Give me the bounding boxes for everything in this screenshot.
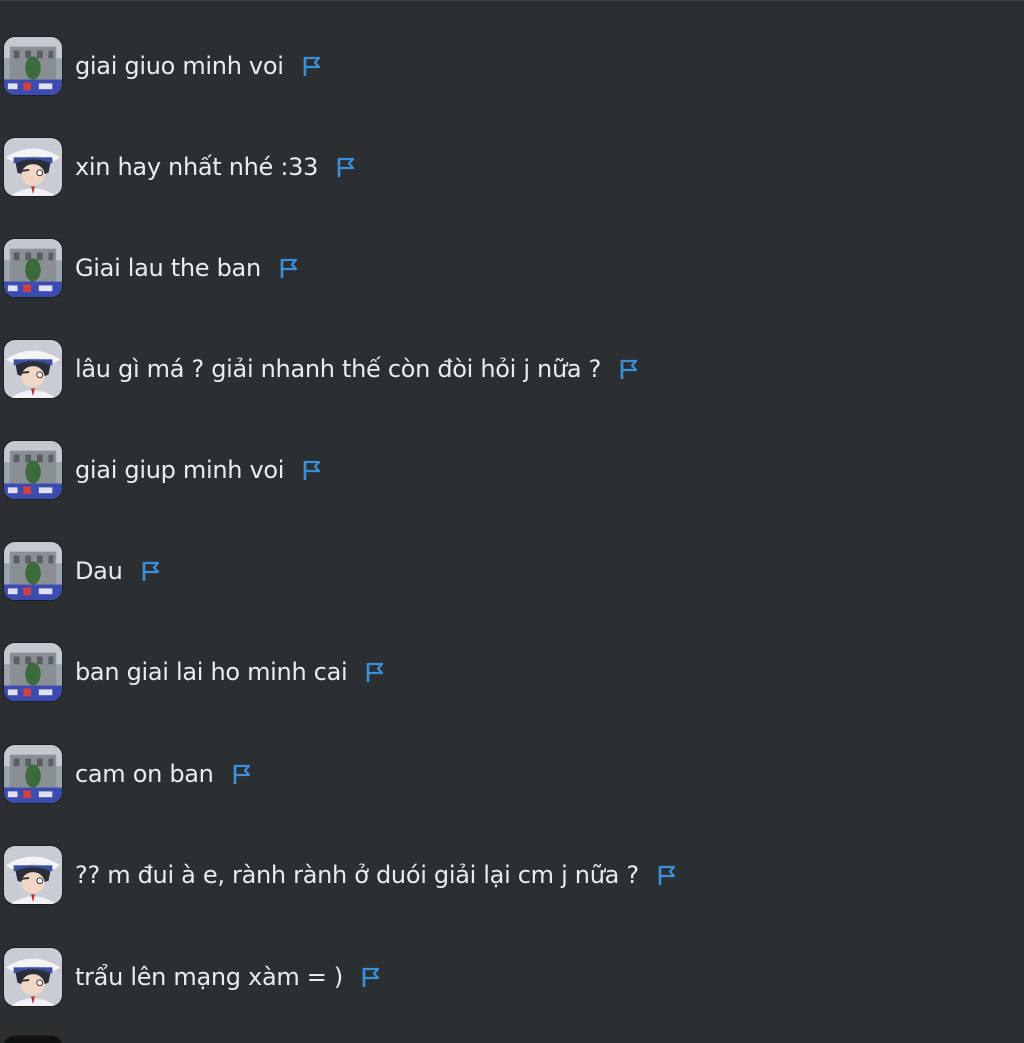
flag-icon[interactable]: [657, 864, 677, 886]
message-text: giai giup minh voi: [75, 456, 285, 484]
character-avatar-icon: [4, 846, 62, 904]
user-avatar[interactable]: [3, 137, 63, 197]
user-avatar[interactable]: [3, 541, 63, 601]
message-text: ?? m đui à e, rành rành ở duói giải lại …: [75, 861, 639, 889]
flag-icon[interactable]: [302, 459, 322, 481]
chat-message-list: giai giuo minh voi xin hay nhất nhé :33: [0, 0, 1024, 1043]
building-avatar-icon: [4, 441, 62, 499]
building-avatar-icon: [4, 542, 62, 600]
building-avatar-icon: [4, 239, 62, 297]
character-avatar-icon: [4, 138, 62, 196]
message-text: xin hay nhất nhé :33: [75, 153, 319, 181]
next-message-avatar-partial: [3, 1035, 63, 1043]
user-avatar[interactable]: [3, 440, 63, 500]
flag-icon[interactable]: [361, 966, 381, 988]
flag-icon[interactable]: [141, 560, 161, 582]
flag-icon[interactable]: [302, 55, 322, 77]
user-avatar[interactable]: [3, 744, 63, 804]
user-avatar[interactable]: [3, 339, 63, 399]
message-text: Giai lau the ban: [75, 254, 261, 282]
building-avatar-icon: [4, 745, 62, 803]
user-avatar[interactable]: [3, 845, 63, 905]
message-text: trẩu lên mạng xàm = ): [75, 963, 343, 991]
message-text: lâu gì má ? giải nhanh thế còn đòi hỏi j…: [75, 355, 602, 383]
building-avatar-icon: [4, 643, 62, 701]
flag-icon[interactable]: [279, 257, 299, 279]
character-avatar-icon: [4, 948, 62, 1006]
user-avatar[interactable]: [3, 947, 63, 1007]
user-avatar[interactable]: [3, 642, 63, 702]
message-text: cam on ban: [75, 760, 214, 788]
user-avatar[interactable]: [3, 36, 63, 96]
message-text: Dau: [75, 557, 123, 585]
message-text: ban giai lai ho minh cai: [75, 658, 348, 686]
flag-icon[interactable]: [336, 156, 356, 178]
flag-icon[interactable]: [365, 661, 385, 683]
flag-icon[interactable]: [232, 763, 252, 785]
character-avatar-icon: [4, 340, 62, 398]
flag-icon[interactable]: [619, 358, 639, 380]
user-avatar[interactable]: [3, 238, 63, 298]
message-text: giai giuo minh voi: [75, 52, 284, 80]
building-avatar-icon: [4, 37, 62, 95]
